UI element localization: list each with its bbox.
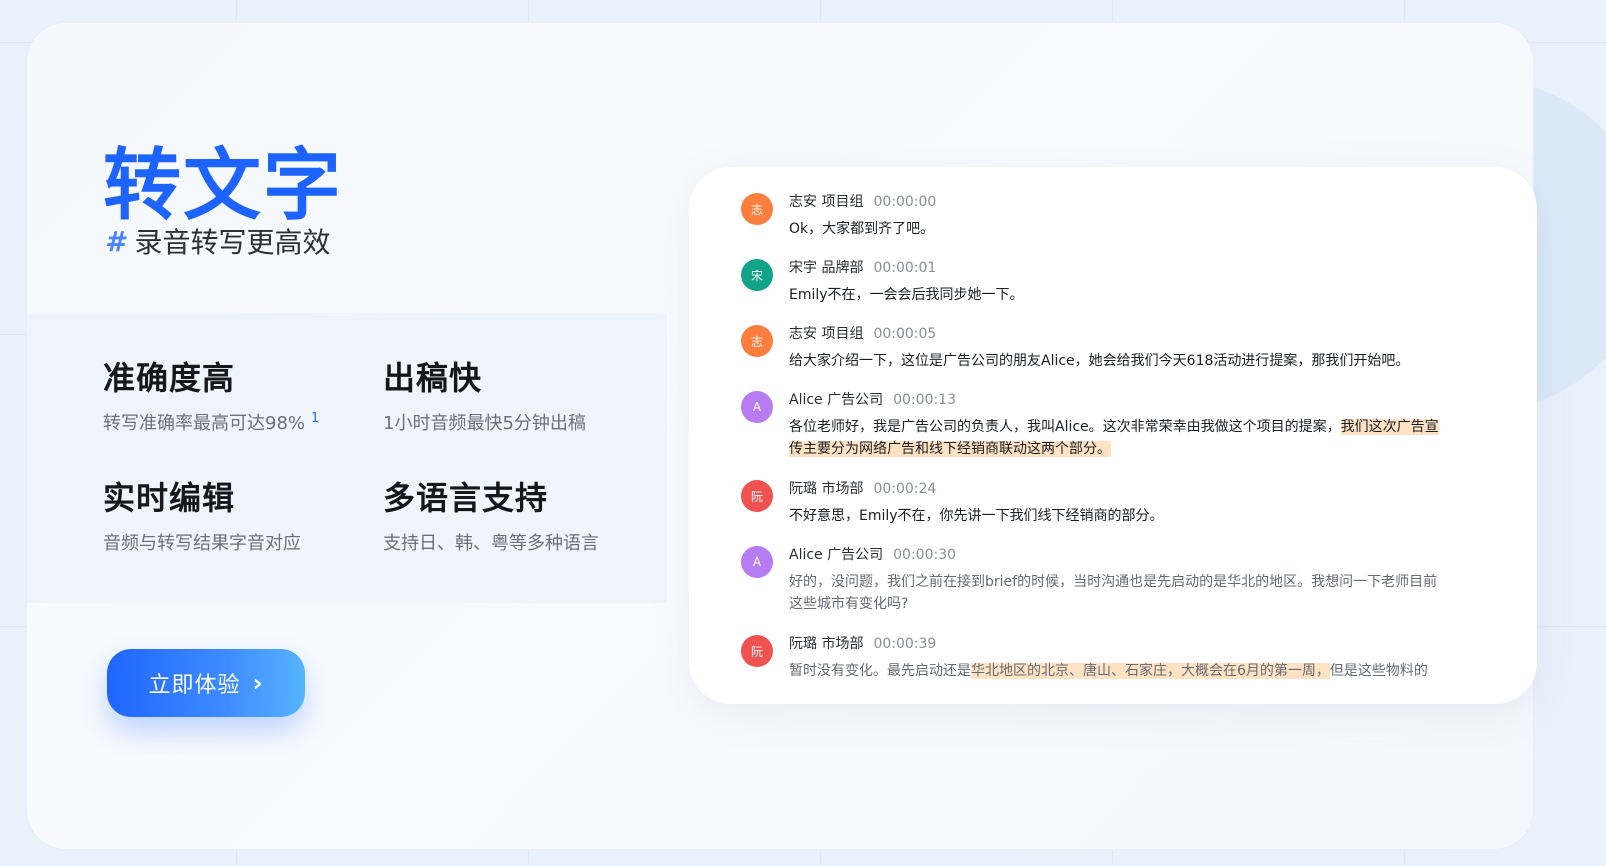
text-segment: 但是这些物料的 <box>1329 663 1428 679</box>
transcript-text: 好的，没问题，我们之前在接到brief的时候，当时沟通也是先启动的是华北的地区。… <box>789 574 1438 612</box>
feature-desc: 音频与转写结果字音对应 <box>103 533 301 554</box>
transcript-entry[interactable]: A Alice 广告公司 00:00:30 好的，没问题，我们之前在接到brief… <box>741 546 1449 615</box>
feature-realtime-edit: 实时编辑 音频与转写结果字音对应 <box>103 473 301 555</box>
feature-accuracy: 准确度高 转写准确率最高可达98% 1 <box>103 353 319 435</box>
transcript-text: 给大家介绍一下，这位是广告公司的朋友Alice，她会给我们今天618活动进行提案… <box>789 353 1410 369</box>
feature-desc: 支持日、韩、粤等多种语言 <box>383 533 599 554</box>
speaker-name: 阮璐 市场部 <box>789 481 864 497</box>
transcript-text: 各位老师好，我是广告公司的负责人，我叫Alice。这次非常荣幸由我做这个项目的提… <box>789 416 1449 460</box>
speaker-name: Alice 广告公司 <box>789 392 884 408</box>
feature-title: 多语言支持 <box>383 479 549 517</box>
feature-speed: 出稿快 1小时音频最快5分钟出稿 <box>383 353 586 435</box>
feature-title: 实时编辑 <box>103 479 236 517</box>
chevron-right-icon: › <box>252 669 264 697</box>
timestamp[interactable]: 00:00:05 <box>873 325 936 343</box>
text-segment: 各位老师好，我是广告公司的负责人，我叫Alice。这次非常荣幸由我做这个项目的提… <box>789 419 1341 435</box>
speaker-name: Alice 广告公司 <box>789 547 884 563</box>
transcript-text: 暂时没有变化。最先启动还是华北地区的北京、唐山、石家庄，大概会在6月的第一周，但… <box>789 660 1449 682</box>
avatar: 宋 <box>741 259 773 291</box>
timestamp[interactable]: 00:00:24 <box>873 480 936 498</box>
speaker-name: 宋宇 品牌部 <box>789 260 864 276</box>
transcript-entry[interactable]: 阮 阮璐 市场部 00:00:39 暂时没有变化。最先启动还是华北地区的北京、唐山… <box>741 635 1449 682</box>
transcript-entry[interactable]: 宋 宋宇 品牌部 00:00:01 Emily不在，一会会后我同步她一下。 <box>741 259 1449 306</box>
feature-title: 出稿快 <box>383 359 483 397</box>
avatar: A <box>741 546 773 578</box>
transcript-entry[interactable]: A Alice 广告公司 00:00:13 各位老师好，我是广告公司的负责人，我叫… <box>741 391 1449 460</box>
speaker-name: 阮璐 市场部 <box>789 636 864 652</box>
feature-title: 准确度高 <box>103 359 236 397</box>
timestamp[interactable]: 00:00:13 <box>893 391 956 409</box>
transcript-text: 不好意思，Emily不在，你先讲一下我们线下经销商的部分。 <box>789 508 1164 524</box>
feature-desc-text: 转写准确率最高可达98% <box>103 413 306 434</box>
feature-desc: 1小时音频最快5分钟出稿 <box>383 413 586 434</box>
feature-desc: 转写准确率最高可达98% 1 <box>103 409 319 435</box>
avatar: 阮 <box>741 480 773 512</box>
avatar: 志 <box>741 325 773 357</box>
transcript-panel: 志 志安 项目组 00:00:00 Ok，大家都到齐了吧。 宋 宋宇 品牌部 00:… <box>689 167 1537 704</box>
timestamp[interactable]: 00:00:30 <box>893 546 956 564</box>
hero-subtitle-text: 录音转写更高效 <box>134 226 331 259</box>
timestamp[interactable]: 00:00:00 <box>873 193 936 211</box>
transcript-text: Ok，大家都到齐了吧。 <box>789 221 935 237</box>
try-now-label: 立即体验 <box>148 673 241 698</box>
hero-title: 转文字 <box>103 141 344 231</box>
footnote-marker[interactable]: 1 <box>311 411 319 426</box>
avatar: A <box>741 391 773 423</box>
speaker-name: 志安 项目组 <box>789 326 864 342</box>
timestamp[interactable]: 00:00:01 <box>873 259 936 277</box>
transcript-entry[interactable]: 志 志安 项目组 00:00:05 给大家介绍一下，这位是广告公司的朋友Alice… <box>741 325 1449 372</box>
try-now-button[interactable]: 立即体验 › <box>107 649 305 717</box>
highlighted-text[interactable]: 华北地区的北京、唐山、石家庄，大概会在6月的第一周， <box>971 663 1330 679</box>
avatar: 阮 <box>741 635 773 667</box>
speaker-name: 志安 项目组 <box>789 194 864 210</box>
hash-icon: # <box>105 224 125 258</box>
text-segment: 暂时没有变化。最先启动还是 <box>789 663 971 679</box>
transcript-entry[interactable]: 志 志安 项目组 00:00:00 Ok，大家都到齐了吧。 <box>741 193 1449 240</box>
transcript-entry[interactable]: 阮 阮璐 市场部 00:00:24 不好意思，Emily不在，你先讲一下我们线下经… <box>741 480 1449 527</box>
hero-subtitle: # 录音转写更高效 <box>105 221 331 261</box>
transcript-text: Emily不在，一会会后我同步她一下。 <box>789 287 1024 303</box>
timestamp[interactable]: 00:00:39 <box>873 635 936 653</box>
avatar: 志 <box>741 193 773 225</box>
feature-multilingual: 多语言支持 支持日、韩、粤等多种语言 <box>383 473 599 555</box>
